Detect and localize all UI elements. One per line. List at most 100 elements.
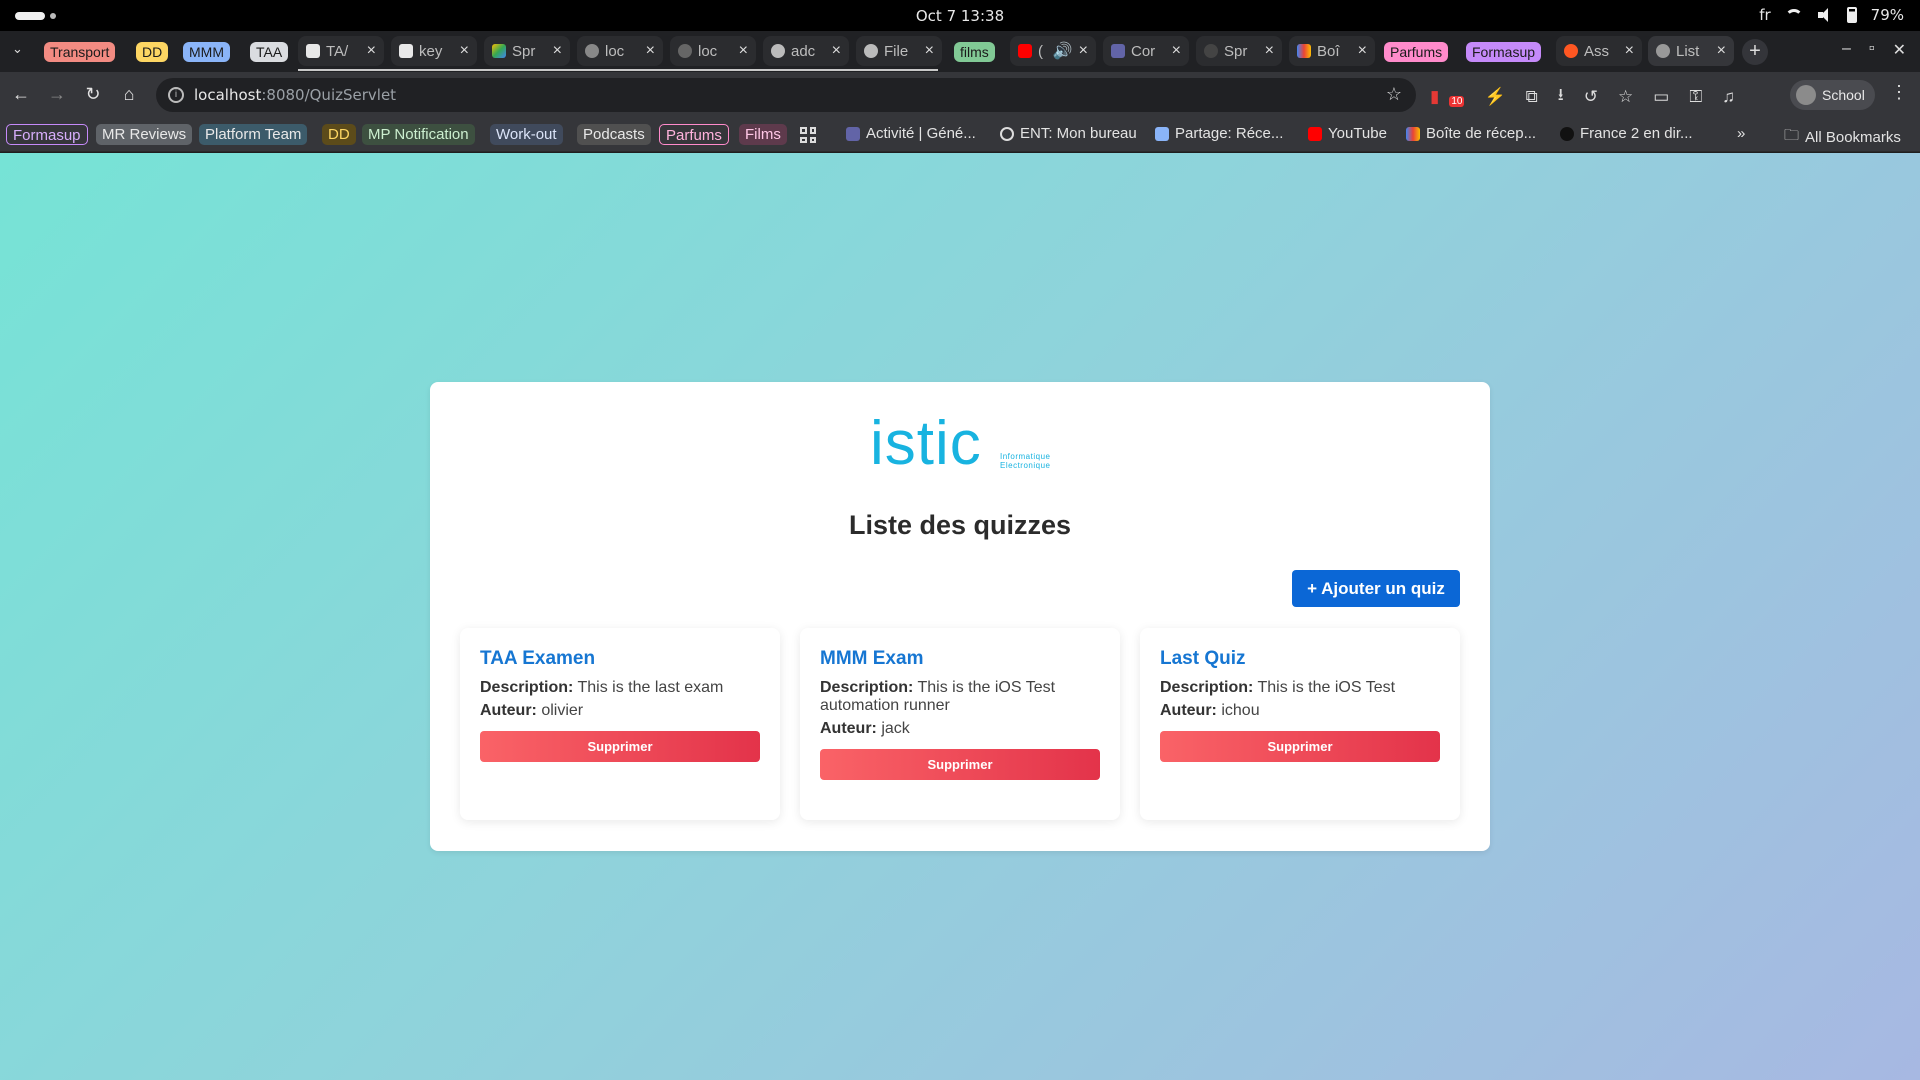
- quiz-card: Last Quiz Description: This is the iOS T…: [1140, 628, 1460, 820]
- bookmark-ent[interactable]: ENT: Mon bureau: [1000, 125, 1137, 142]
- close-icon[interactable]: ×: [739, 42, 748, 60]
- quiz-title[interactable]: Last Quiz: [1160, 648, 1246, 670]
- bookmark-label: Partage: Réce...: [1175, 125, 1284, 142]
- close-icon[interactable]: ×: [1717, 42, 1726, 60]
- tab-group-dd[interactable]: DD: [136, 42, 169, 62]
- reddit-icon: [1564, 44, 1578, 58]
- close-icon[interactable]: ×: [553, 42, 562, 60]
- tab-gmail[interactable]: Boî ×: [1289, 36, 1375, 66]
- tab-group-parfums[interactable]: Parfums: [1384, 42, 1449, 62]
- delete-button[interactable]: Supprimer: [820, 749, 1100, 780]
- quiz-title[interactable]: TAA Examen: [480, 648, 595, 670]
- close-icon[interactable]: ×: [646, 42, 655, 60]
- menu-kebab-icon[interactable]: ⋮: [1890, 82, 1908, 103]
- close-icon[interactable]: ×: [1358, 42, 1367, 60]
- close-window-icon[interactable]: ✕: [1893, 40, 1906, 60]
- tab-group-taa[interactable]: TAA: [250, 42, 289, 62]
- bookmark-label: Boîte de récep...: [1426, 125, 1537, 142]
- speaker-icon[interactable]: 🔊: [1053, 41, 1073, 61]
- bookmark-gmail[interactable]: Boîte de récep...: [1406, 125, 1536, 142]
- gmail-icon: [1406, 126, 1420, 141]
- delete-button[interactable]: Supprimer: [1160, 731, 1440, 762]
- forward-arrow-icon[interactable]: →: [46, 84, 68, 105]
- tab-search-chevron-icon[interactable]: ⌄: [12, 41, 23, 57]
- bookmark-star-icon[interactable]: ☆: [1386, 84, 1402, 105]
- delete-button[interactable]: Supprimer: [480, 731, 760, 762]
- language-indicator[interactable]: fr: [1759, 6, 1770, 24]
- clock[interactable]: Oct 7 13:38: [0, 7, 1920, 25]
- bookmark-group-parfums[interactable]: Parfums: [659, 124, 729, 145]
- back-arrow-icon[interactable]: ←: [10, 84, 32, 105]
- payment-card-icon[interactable]: ▭: [1653, 87, 1669, 107]
- bookmarks-overflow-icon[interactable]: »: [1737, 125, 1745, 142]
- close-icon[interactable]: ×: [460, 42, 469, 60]
- tab-github-file[interactable]: File ×: [856, 36, 942, 66]
- tab-group-films[interactable]: films: [954, 42, 995, 62]
- tab-list-active[interactable]: List ×: [1648, 36, 1734, 66]
- bookmark-activite[interactable]: Activité | Géné...: [846, 125, 976, 142]
- extension-pdf-icon[interactable]: ▮: [1430, 87, 1439, 107]
- bookmark-partage[interactable]: Partage: Réce...: [1155, 125, 1283, 142]
- maximize-icon[interactable]: ▫: [1869, 40, 1875, 60]
- bookmark-group-mr-reviews[interactable]: MR Reviews: [96, 124, 193, 145]
- add-quiz-button[interactable]: + Ajouter un quiz: [1292, 570, 1460, 607]
- tab-localhost-2[interactable]: loc ×: [670, 36, 756, 66]
- teams-icon: [1111, 44, 1125, 58]
- close-icon[interactable]: ×: [1079, 42, 1088, 60]
- profile-button[interactable]: School: [1790, 80, 1875, 110]
- bookmark-group-platform-team[interactable]: Platform Team: [199, 124, 308, 145]
- close-icon[interactable]: ×: [1172, 42, 1181, 60]
- description-value: This is the iOS Test: [1257, 679, 1396, 696]
- reload-icon[interactable]: ↻: [82, 84, 104, 105]
- close-icon[interactable]: ×: [925, 42, 934, 60]
- tab-spr-2[interactable]: Spr ×: [1196, 36, 1282, 66]
- apps-grid-icon[interactable]: [800, 127, 816, 143]
- bookmark-group-mp-notification[interactable]: MP Notification: [362, 124, 475, 145]
- home-icon[interactable]: ⌂: [118, 84, 140, 105]
- bookmark-group-dd[interactable]: DD: [322, 124, 356, 145]
- youtube-icon: [1018, 44, 1032, 58]
- site-info-icon[interactable]: i: [168, 87, 184, 103]
- bookmarks-star-icon[interactable]: ☆: [1618, 87, 1633, 107]
- tab-spr-drive[interactable]: Spr ×: [484, 36, 570, 66]
- close-icon[interactable]: ×: [367, 42, 376, 60]
- tab-github-adc[interactable]: adc ×: [763, 36, 849, 66]
- tab-group-mmm[interactable]: MMM: [183, 42, 230, 62]
- tab-taa-doc[interactable]: TA/ ×: [298, 36, 384, 66]
- bookmark-label: France 2 en dir...: [1580, 125, 1693, 142]
- bookmark-group-films[interactable]: Films: [739, 124, 787, 145]
- media-control-icon[interactable]: ♫: [1722, 87, 1735, 107]
- tab-teams[interactable]: Cor ×: [1103, 36, 1189, 66]
- tab-ass[interactable]: Ass ×: [1556, 36, 1642, 66]
- tab-localhost-1[interactable]: loc ×: [577, 36, 663, 66]
- close-icon[interactable]: ×: [832, 42, 841, 60]
- bookmark-group-work-out[interactable]: Work-out: [490, 124, 563, 145]
- address-bar[interactable]: i localhost:8080/QuizServlet ☆: [156, 78, 1416, 112]
- download-icon[interactable]: ⭳: [1558, 82, 1564, 111]
- history-icon[interactable]: ↺: [1584, 87, 1598, 107]
- window-controls: – ▫ ✕: [1842, 40, 1906, 60]
- system-tray[interactable]: fr 79%: [1759, 6, 1904, 24]
- bookmark-group-podcasts[interactable]: Podcasts: [577, 124, 651, 145]
- new-tab-button[interactable]: +: [1742, 39, 1768, 65]
- extension-lightning-icon[interactable]: ⚡: [1484, 87, 1505, 107]
- all-bookmarks[interactable]: 🗀 All Bookmarks: [1784, 125, 1901, 150]
- tab-group-formasup[interactable]: Formasup: [1466, 42, 1542, 62]
- bookmark-group-formasup[interactable]: Formasup: [6, 124, 88, 145]
- quiz-title[interactable]: MMM Exam: [820, 648, 923, 670]
- extensions-puzzle-icon[interactable]: ⧉: [1526, 87, 1538, 107]
- tab-group-transport[interactable]: Transport: [44, 42, 116, 62]
- bookmark-youtube[interactable]: YouTube: [1308, 125, 1387, 142]
- spring-icon: [1204, 44, 1218, 58]
- url-text[interactable]: localhost:8080/QuizServlet: [194, 86, 396, 104]
- tab-key[interactable]: key ×: [391, 36, 477, 66]
- tab-youtube-audio[interactable]: ( 🔊 ×: [1010, 36, 1096, 66]
- minimize-icon[interactable]: –: [1842, 40, 1851, 60]
- teams-icon: [846, 126, 860, 141]
- close-icon[interactable]: ×: [1265, 42, 1274, 60]
- password-key-icon[interactable]: ⚿: [1689, 87, 1702, 107]
- quiz-card: TAA Examen Description: This is the last…: [460, 628, 780, 820]
- avatar: [1796, 85, 1816, 105]
- bookmark-france2[interactable]: France 2 en dir...: [1560, 125, 1693, 142]
- close-icon[interactable]: ×: [1625, 42, 1634, 60]
